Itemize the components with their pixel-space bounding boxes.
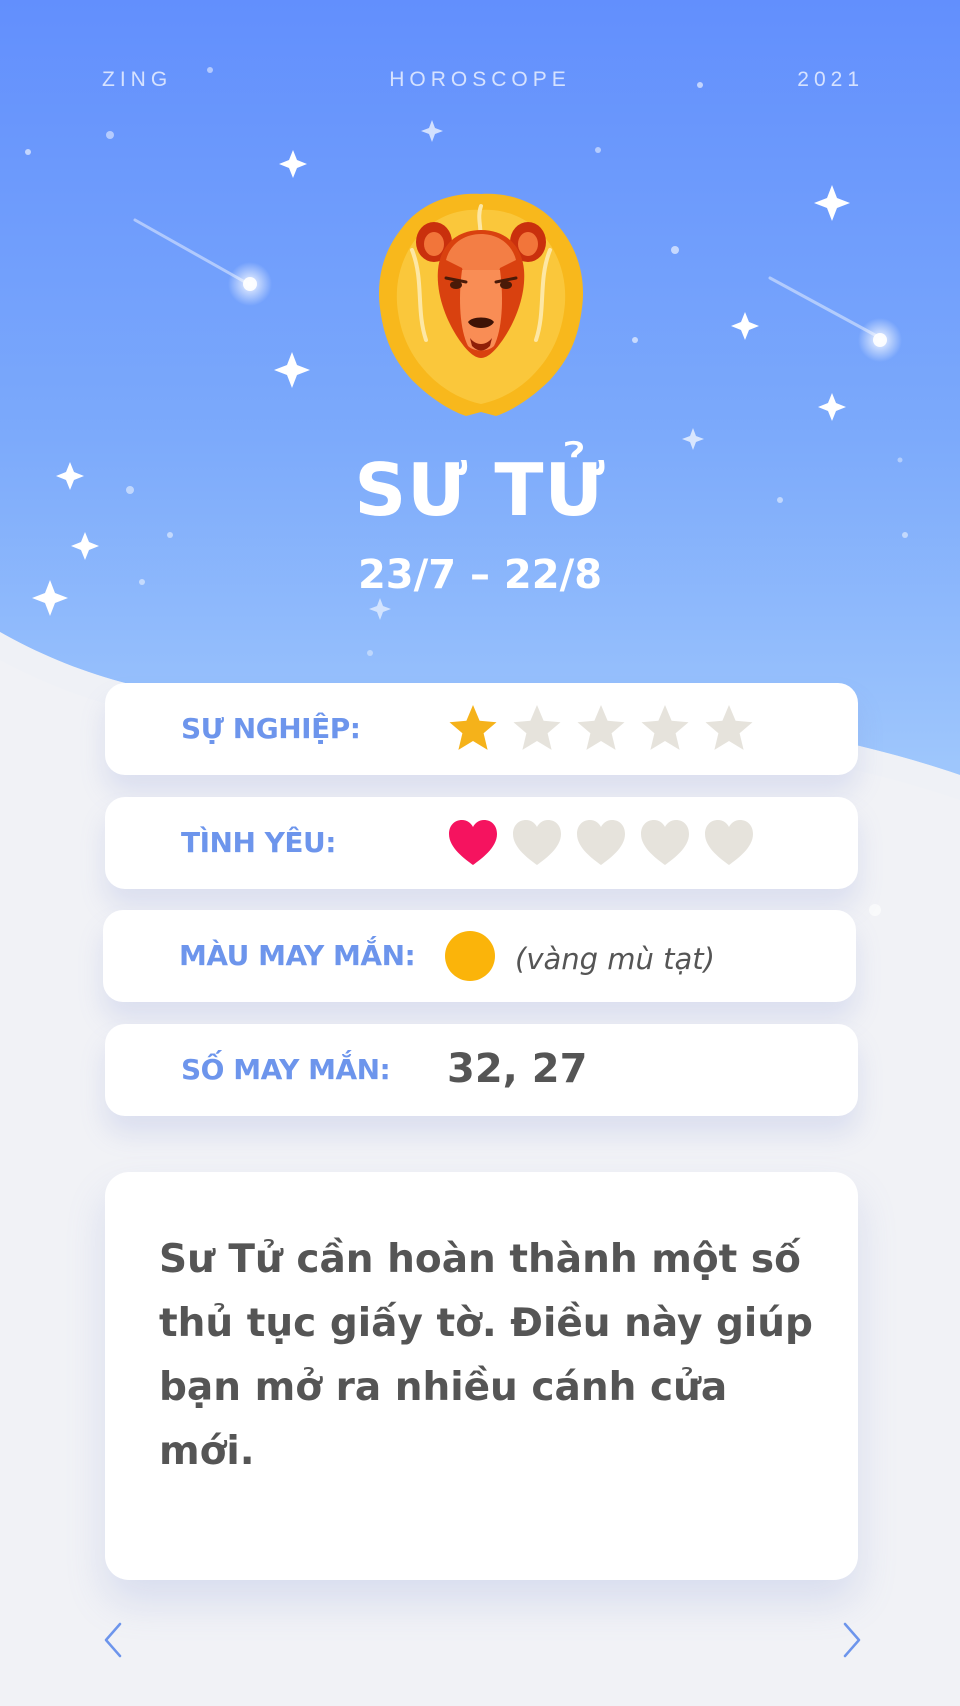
chevron-right-icon[interactable] — [835, 1620, 865, 1660]
career-card: SỰ NGHIỆP: — [105, 683, 858, 775]
lucky-number-card: SỐ MAY MẮN: 32, 27 — [105, 1024, 858, 1116]
love-label: TÌNH YÊU: — [181, 826, 336, 859]
heart-icon — [641, 820, 689, 865]
chevron-left-icon[interactable] — [100, 1620, 130, 1660]
heart-icon — [577, 820, 625, 865]
sign-name: SƯ TỬ — [354, 448, 606, 532]
star-icon — [513, 705, 561, 750]
lucky-color-value: (vàng mù tạt) — [515, 942, 715, 976]
year-label: 2021 — [797, 68, 864, 91]
lucky-color-label: MÀU MAY MẮN: — [179, 939, 416, 972]
description-card: Sư Tử cần hoàn thành một số thủ tục giấy… — [105, 1172, 858, 1580]
love-rating — [445, 815, 757, 871]
star-icon — [449, 705, 497, 750]
color-swatch — [445, 931, 495, 981]
star-icon — [705, 705, 753, 750]
heart-icon — [449, 820, 497, 865]
career-rating — [445, 701, 757, 757]
lion-icon — [372, 190, 590, 420]
lucky-number-value: 32, 27 — [447, 1046, 588, 1092]
lucky-number-label: SỐ MAY MẮN: — [181, 1053, 391, 1086]
love-card: TÌNH YÊU: — [105, 797, 858, 889]
heart-icon — [513, 820, 561, 865]
header: ZING HOROSCOPE 2021 — [0, 68, 960, 98]
heart-icon — [705, 820, 753, 865]
star-icon — [641, 705, 689, 750]
star-icon — [577, 705, 625, 750]
sign-dates: 23/7 – 22/8 — [357, 552, 603, 598]
career-label: SỰ NGHIỆP: — [181, 712, 361, 745]
lucky-color-card: MÀU MAY MẮN: (vàng mù tạt) — [103, 910, 856, 1002]
description-text: Sư Tử cần hoàn thành một số thủ tục giấy… — [159, 1237, 813, 1474]
